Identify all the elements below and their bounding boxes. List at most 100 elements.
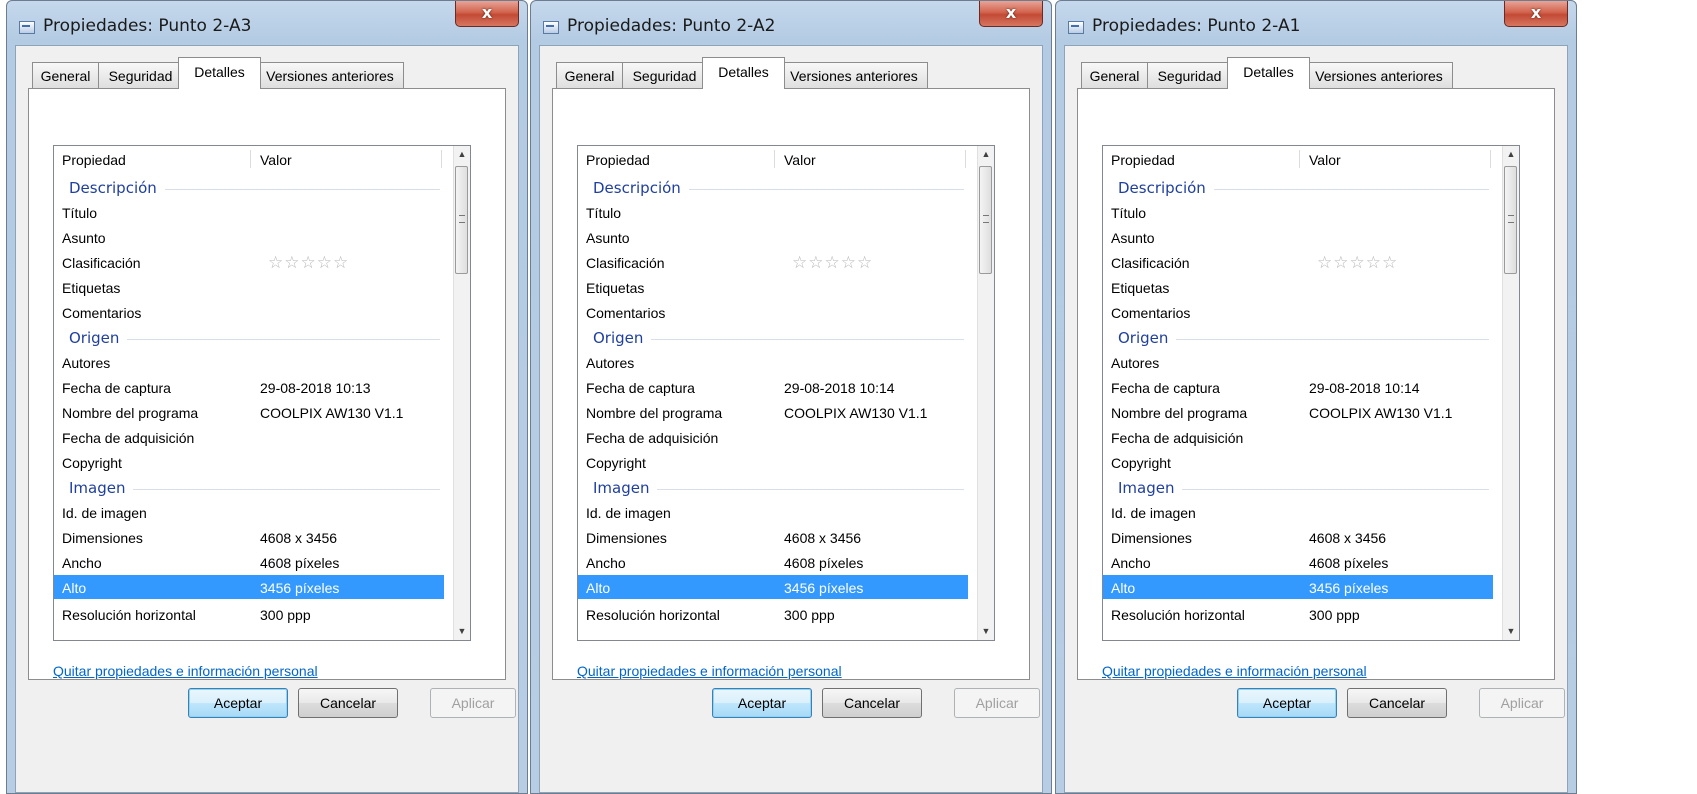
- properties-list[interactable]: Propiedad Valor Descripción Título Asunto Cla…: [577, 145, 995, 641]
- properties-list[interactable]: Propiedad Valor Descripción Título Asunto Cla…: [1102, 145, 1520, 641]
- property-row[interactable]: Dimensiones 4608 x 3456: [54, 525, 444, 549]
- aceptar-button[interactable]: Aceptar: [188, 688, 288, 718]
- column-header-property[interactable]: Propiedad: [1111, 152, 1175, 168]
- property-group-header: Descripción: [54, 175, 444, 199]
- scroll-down-arrow-icon[interactable]: ▼: [1503, 623, 1519, 640]
- property-row[interactable]: Copyright: [578, 450, 968, 474]
- property-row[interactable]: Autores: [578, 350, 968, 374]
- property-row[interactable]: Alto 3456 píxeles: [578, 575, 968, 599]
- rating-stars-icon[interactable]: ☆☆☆☆☆: [268, 253, 349, 273]
- remove-properties-link[interactable]: Quitar propiedades e información persona…: [577, 663, 842, 679]
- tab-seguridad[interactable]: Seguridad: [1147, 62, 1232, 88]
- properties-list[interactable]: Propiedad Valor Descripción Título Asunto Cla…: [53, 145, 471, 641]
- property-row[interactable]: Ancho 4608 píxeles: [578, 550, 968, 574]
- property-row[interactable]: Ancho 4608 píxeles: [54, 550, 444, 574]
- property-row[interactable]: Dimensiones 4608 x 3456: [578, 525, 968, 549]
- scrollbar-thumb[interactable]: [1504, 166, 1517, 274]
- property-row[interactable]: Alto 3456 píxeles: [1103, 575, 1493, 599]
- property-row[interactable]: Fecha de adquisición: [578, 425, 968, 449]
- cancelar-button[interactable]: Cancelar: [822, 688, 922, 718]
- property-row[interactable]: Nombre del programa COOLPIX AW130 V1.1: [54, 400, 444, 424]
- vertical-scrollbar[interactable]: ▲ ▼: [977, 146, 994, 640]
- property-row[interactable]: Clasificación ☆☆☆☆☆: [1103, 250, 1493, 274]
- property-row[interactable]: Nombre del programa COOLPIX AW130 V1.1: [1103, 400, 1493, 424]
- remove-properties-link[interactable]: Quitar propiedades e información persona…: [1102, 663, 1367, 679]
- property-row[interactable]: Etiquetas: [578, 275, 968, 299]
- title-bar[interactable]: Propiedades: Punto 2-A2 x: [531, 1, 1051, 45]
- tab-seguridad[interactable]: Seguridad: [98, 62, 183, 88]
- vertical-scrollbar[interactable]: ▲ ▼: [453, 146, 470, 640]
- property-row[interactable]: Alto 3456 píxeles: [54, 575, 444, 599]
- close-button[interactable]: x: [455, 1, 519, 27]
- scroll-down-arrow-icon[interactable]: ▼: [978, 623, 994, 640]
- property-row[interactable]: Asunto: [1103, 225, 1493, 249]
- property-row[interactable]: Autores: [54, 350, 444, 374]
- property-row[interactable]: Resolución horizontal 300 ppp: [54, 602, 444, 626]
- aplicar-button: Aplicar: [954, 688, 1040, 718]
- property-row[interactable]: Nombre del programa COOLPIX AW130 V1.1: [578, 400, 968, 424]
- property-row[interactable]: Título: [54, 200, 444, 224]
- remove-properties-link[interactable]: Quitar propiedades e información persona…: [53, 663, 318, 679]
- property-row[interactable]: Comentarios: [578, 300, 968, 324]
- property-row[interactable]: Ancho 4608 píxeles: [1103, 550, 1493, 574]
- scroll-up-arrow-icon[interactable]: ▲: [454, 146, 470, 163]
- property-row[interactable]: Comentarios: [1103, 300, 1493, 324]
- rating-stars-icon[interactable]: ☆☆☆☆☆: [792, 253, 873, 273]
- tab-general[interactable]: General: [1081, 62, 1148, 88]
- property-row[interactable]: Fecha de captura 29-08-2018 10:14: [1103, 375, 1493, 399]
- property-row[interactable]: Etiquetas: [54, 275, 444, 299]
- cancelar-button[interactable]: Cancelar: [1347, 688, 1447, 718]
- tab-general[interactable]: General: [556, 62, 623, 88]
- property-row[interactable]: Fecha de captura 29-08-2018 10:13: [54, 375, 444, 399]
- title-bar[interactable]: Propiedades: Punto 2-A1 x: [1056, 1, 1576, 45]
- property-row[interactable]: Etiquetas: [1103, 275, 1493, 299]
- property-row[interactable]: Comentarios: [54, 300, 444, 324]
- column-header-value[interactable]: Valor: [1309, 152, 1341, 168]
- property-row[interactable]: Asunto: [54, 225, 444, 249]
- tab-detalles[interactable]: Detalles: [178, 57, 261, 89]
- property-row[interactable]: Id. de imagen: [578, 500, 968, 524]
- property-row[interactable]: Clasificación ☆☆☆☆☆: [578, 250, 968, 274]
- tab-seguridad[interactable]: Seguridad: [622, 62, 707, 88]
- column-header-value[interactable]: Valor: [260, 152, 292, 168]
- property-row[interactable]: Id. de imagen: [54, 500, 444, 524]
- aceptar-button[interactable]: Aceptar: [712, 688, 812, 718]
- property-row[interactable]: Id. de imagen: [1103, 500, 1493, 524]
- scrollbar-thumb[interactable]: [979, 166, 992, 274]
- column-header-value[interactable]: Valor: [784, 152, 816, 168]
- tab-general[interactable]: General: [32, 62, 99, 88]
- property-row[interactable]: Resolución horizontal 300 ppp: [578, 602, 968, 626]
- property-row[interactable]: Clasificación ☆☆☆☆☆: [54, 250, 444, 274]
- property-row[interactable]: Título: [1103, 200, 1493, 224]
- property-row[interactable]: Copyright: [54, 450, 444, 474]
- property-row[interactable]: Título: [578, 200, 968, 224]
- title-bar[interactable]: Propiedades: Punto 2-A3 x: [7, 1, 527, 45]
- scrollbar-thumb[interactable]: [455, 166, 468, 274]
- property-row[interactable]: Fecha de captura 29-08-2018 10:14: [578, 375, 968, 399]
- tab-detalles[interactable]: Detalles: [702, 57, 785, 89]
- tab-versiones-anteriores[interactable]: Versiones anteriores: [256, 62, 404, 88]
- property-row[interactable]: Fecha de adquisición: [1103, 425, 1493, 449]
- dialog-body: General Seguridad Detalles Versiones anteri…: [1064, 45, 1568, 793]
- close-button[interactable]: x: [979, 1, 1043, 27]
- scroll-down-arrow-icon[interactable]: ▼: [454, 623, 470, 640]
- tab-versiones-anteriores[interactable]: Versiones anteriores: [1305, 62, 1453, 88]
- property-row[interactable]: Autores: [1103, 350, 1493, 374]
- property-row[interactable]: Fecha de adquisición: [54, 425, 444, 449]
- cancelar-button[interactable]: Cancelar: [298, 688, 398, 718]
- tab-versiones-anteriores[interactable]: Versiones anteriores: [780, 62, 928, 88]
- property-row[interactable]: Resolución horizontal 300 ppp: [1103, 602, 1493, 626]
- aceptar-button[interactable]: Aceptar: [1237, 688, 1337, 718]
- property-row[interactable]: Asunto: [578, 225, 968, 249]
- property-group-header: Imagen: [578, 475, 968, 499]
- scroll-up-arrow-icon[interactable]: ▲: [1503, 146, 1519, 163]
- tab-detalles[interactable]: Detalles: [1227, 57, 1310, 89]
- close-button[interactable]: x: [1504, 1, 1568, 27]
- column-header-property[interactable]: Propiedad: [586, 152, 650, 168]
- property-row[interactable]: Dimensiones 4608 x 3456: [1103, 525, 1493, 549]
- vertical-scrollbar[interactable]: ▲ ▼: [1502, 146, 1519, 640]
- column-header-property[interactable]: Propiedad: [62, 152, 126, 168]
- scroll-up-arrow-icon[interactable]: ▲: [978, 146, 994, 163]
- property-row[interactable]: Copyright: [1103, 450, 1493, 474]
- rating-stars-icon[interactable]: ☆☆☆☆☆: [1317, 253, 1398, 273]
